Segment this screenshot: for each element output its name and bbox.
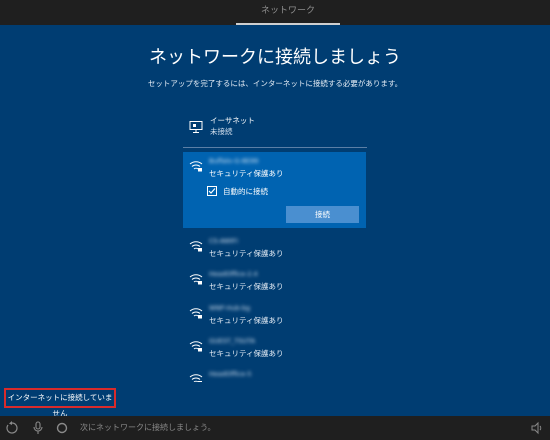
tab-network[interactable]: ネットワーク [236,0,340,25]
checkmark-icon [208,188,216,194]
connection-status-message: インターネットに接続していません [4,388,116,418]
wifi-secured-icon [189,341,203,352]
ethernet-name: イーサネット [210,116,255,125]
ethernet-status: 未接続 [210,127,233,136]
network-ssid: WNP-Hub-bg [209,304,251,312]
ease-of-access-icon[interactable] [5,421,19,435]
network-item[interactable]: HeadOffice-2.4 セキュリティ保護あり [183,268,367,298]
taskbar-prompt: 次にネットワークに接続しましょう。 [80,423,216,432]
page-title: ネットワークに接続しましょう [149,47,401,68]
network-item[interactable]: HeadOffice-5 [183,368,367,382]
taskbar: 次にネットワークに接続しましょう。 [0,416,550,440]
network-item[interactable]: WNP-Hub-bg セキュリティ保護あり [183,302,367,332]
cortana-icon[interactable] [55,421,69,435]
network-security: セキュリティ保護あり [209,249,284,258]
network-ssid: GUEST_TSUTA [209,337,256,345]
network-ssid: HeadOffice-5 [209,370,252,378]
network-security: セキュリティ保護あり [209,349,284,358]
network-security: セキュリティ保護あり [209,282,284,291]
auto-connect-checkbox[interactable] [207,186,217,196]
wifi-secured-icon [189,374,203,382]
wifi-secured-icon [189,241,203,252]
microphone-icon[interactable] [31,421,45,435]
network-item[interactable]: CS-AWIFI セキュリティ保護あり [183,235,367,265]
wifi-secured-icon [189,308,203,319]
network-security: セキュリティ保護あり [209,169,284,178]
volume-icon[interactable] [530,421,544,435]
wifi-secured-icon [189,161,203,172]
ethernet-icon [189,121,203,133]
ethernet-item[interactable]: イーサネット 未接続 [189,114,369,146]
auto-connect-label: 自動的に接続 [223,187,268,196]
network-ssid: HeadOffice-2.4 [209,270,258,278]
network-ssid: Buffalo-G-8E99 [209,157,259,165]
wifi-secured-icon [189,274,203,285]
network-item[interactable]: GUEST_TSUTA セキュリティ保護あり [183,335,367,365]
title-bar: ネットワーク [0,0,550,25]
divider [183,147,367,148]
connect-button[interactable]: 接続 [286,206,359,223]
network-ssid: CS-AWIFI [209,237,238,245]
page-subtitle: セットアップを完了するには、インターネットに接続する必要があります。 [147,79,403,88]
network-security: セキュリティ保護あり [209,316,284,325]
network-item-selected[interactable]: Buffalo-G-8E99 セキュリティ保護あり 自動的に接続 接続 [183,152,366,228]
